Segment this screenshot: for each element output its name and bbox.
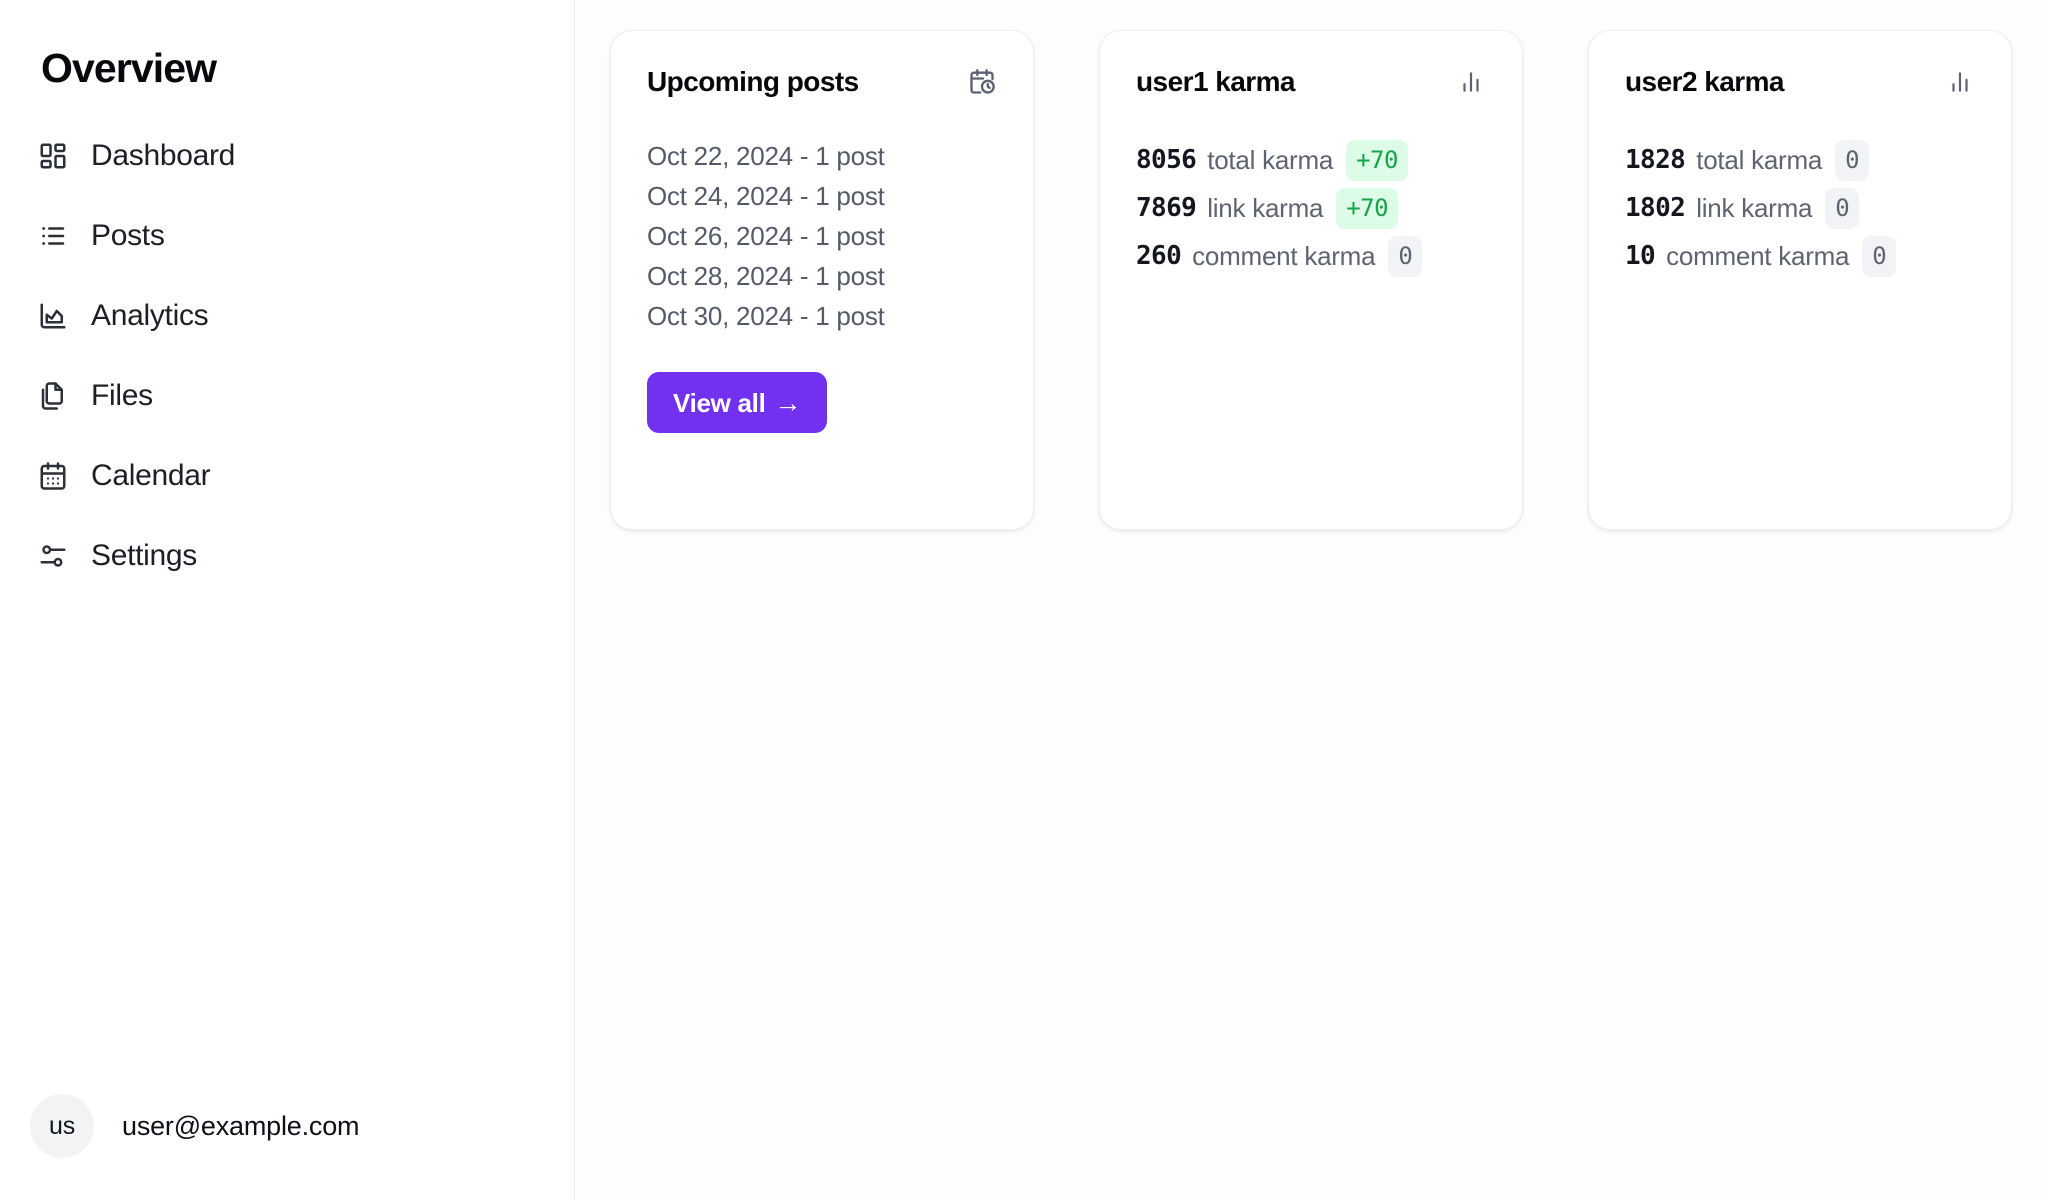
karma-value: 10 (1625, 241, 1656, 271)
card-title: Upcoming posts (647, 66, 859, 97)
karma-delta-badge: 0 (1388, 235, 1423, 277)
karma-list: 1828 total karma 0 1802 link karma 0 10 … (1625, 136, 1975, 280)
app-root: Overview Dashboard Posts Analytics Files… (0, 0, 2048, 1200)
sidebar-item-label: Posts (91, 219, 165, 252)
karma-delta-badge: 0 (1825, 187, 1860, 229)
arrow-right-icon: → (774, 388, 802, 418)
karma-label: total karma (1207, 145, 1334, 175)
sidebar-item-label: Analytics (91, 299, 209, 332)
card-header: user2 karma (1625, 67, 1975, 97)
sidebar-item-label: Calendar (91, 459, 211, 492)
calendar-days-icon (36, 459, 70, 493)
karma-value: 7869 (1136, 193, 1197, 223)
view-all-label: View all (673, 387, 766, 418)
view-all-button[interactable]: View all → (647, 372, 828, 433)
card-grid: Upcoming posts Oct 22, 2024 - 1 post Oct… (610, 30, 2048, 530)
list-item: Oct 26, 2024 - 1 post (647, 221, 885, 251)
list-icon (36, 219, 70, 253)
sidebar-item-analytics[interactable]: Analytics (36, 292, 536, 340)
karma-value: 260 (1136, 241, 1182, 271)
list-item: Oct 30, 2024 - 1 post (647, 301, 885, 331)
karma-row: 7869 link karma +70 (1136, 184, 1486, 232)
karma-value: 8056 (1136, 145, 1197, 175)
card-header: user1 karma (1136, 67, 1486, 97)
card-user2-karma: user2 karma 1828 total karma 0 1802 link… (1588, 30, 2012, 530)
sliders-settings-icon (36, 539, 70, 573)
sidebar-item-dashboard[interactable]: Dashboard (36, 132, 536, 180)
karma-label: link karma (1696, 193, 1813, 223)
karma-value: 1828 (1625, 145, 1686, 175)
karma-value: 1802 (1625, 193, 1686, 223)
page-title: Overview (41, 45, 217, 91)
layout-dashboard-icon (36, 139, 70, 173)
bar-chart-icon[interactable] (1456, 67, 1486, 97)
card-title: user2 karma (1625, 66, 1785, 97)
sidebar-item-label: Files (91, 379, 153, 412)
sidebar-item-label: Settings (91, 539, 197, 572)
karma-list: 8056 total karma +70 7869 link karma +70… (1136, 136, 1486, 280)
sidebar-user-footer[interactable]: us user@example.com (30, 1094, 359, 1158)
karma-row: 1802 link karma 0 (1625, 184, 1975, 232)
sidebar-item-settings[interactable]: Settings (36, 532, 536, 580)
upcoming-posts-list: Oct 22, 2024 - 1 post Oct 24, 2024 - 1 p… (647, 136, 997, 336)
list-item: Oct 22, 2024 - 1 post (647, 141, 885, 171)
karma-row: 8056 total karma +70 (1136, 136, 1486, 184)
files-copy-icon (36, 379, 70, 413)
chart-area-icon (36, 299, 70, 333)
card-user1-karma: user1 karma 8056 total karma +70 7869 li… (1099, 30, 1523, 530)
karma-delta-badge: 0 (1862, 235, 1897, 277)
card-upcoming-posts: Upcoming posts Oct 22, 2024 - 1 post Oct… (610, 30, 1034, 530)
avatar: us (30, 1094, 94, 1158)
main-content: Upcoming posts Oct 22, 2024 - 1 post Oct… (575, 0, 2048, 1200)
card-title: user1 karma (1136, 66, 1296, 97)
karma-row: 260 comment karma 0 (1136, 232, 1486, 280)
karma-label: comment karma (1666, 241, 1850, 271)
sidebar: Overview Dashboard Posts Analytics Files… (0, 0, 575, 1200)
karma-row: 1828 total karma 0 (1625, 136, 1975, 184)
list-item: Oct 28, 2024 - 1 post (647, 261, 885, 291)
sidebar-item-files[interactable]: Files (36, 372, 536, 420)
sidebar-item-label: Dashboard (91, 139, 236, 172)
karma-row: 10 comment karma 0 (1625, 232, 1975, 280)
karma-label: total karma (1696, 145, 1823, 175)
list-item: Oct 24, 2024 - 1 post (647, 181, 885, 211)
bar-chart-icon[interactable] (1945, 67, 1975, 97)
karma-delta-badge: 0 (1835, 139, 1870, 181)
card-header: Upcoming posts (647, 67, 997, 97)
sidebar-nav: Dashboard Posts Analytics Files Calendar… (36, 132, 536, 612)
sidebar-item-posts[interactable]: Posts (36, 212, 536, 260)
sidebar-item-calendar[interactable]: Calendar (36, 452, 536, 500)
karma-delta-badge: +70 (1336, 187, 1399, 229)
karma-delta-badge: +70 (1346, 139, 1408, 181)
calendar-clock-icon[interactable] (967, 67, 997, 97)
user-email: user@example.com (122, 1110, 360, 1141)
karma-label: link karma (1207, 193, 1324, 223)
karma-label: comment karma (1192, 241, 1376, 271)
